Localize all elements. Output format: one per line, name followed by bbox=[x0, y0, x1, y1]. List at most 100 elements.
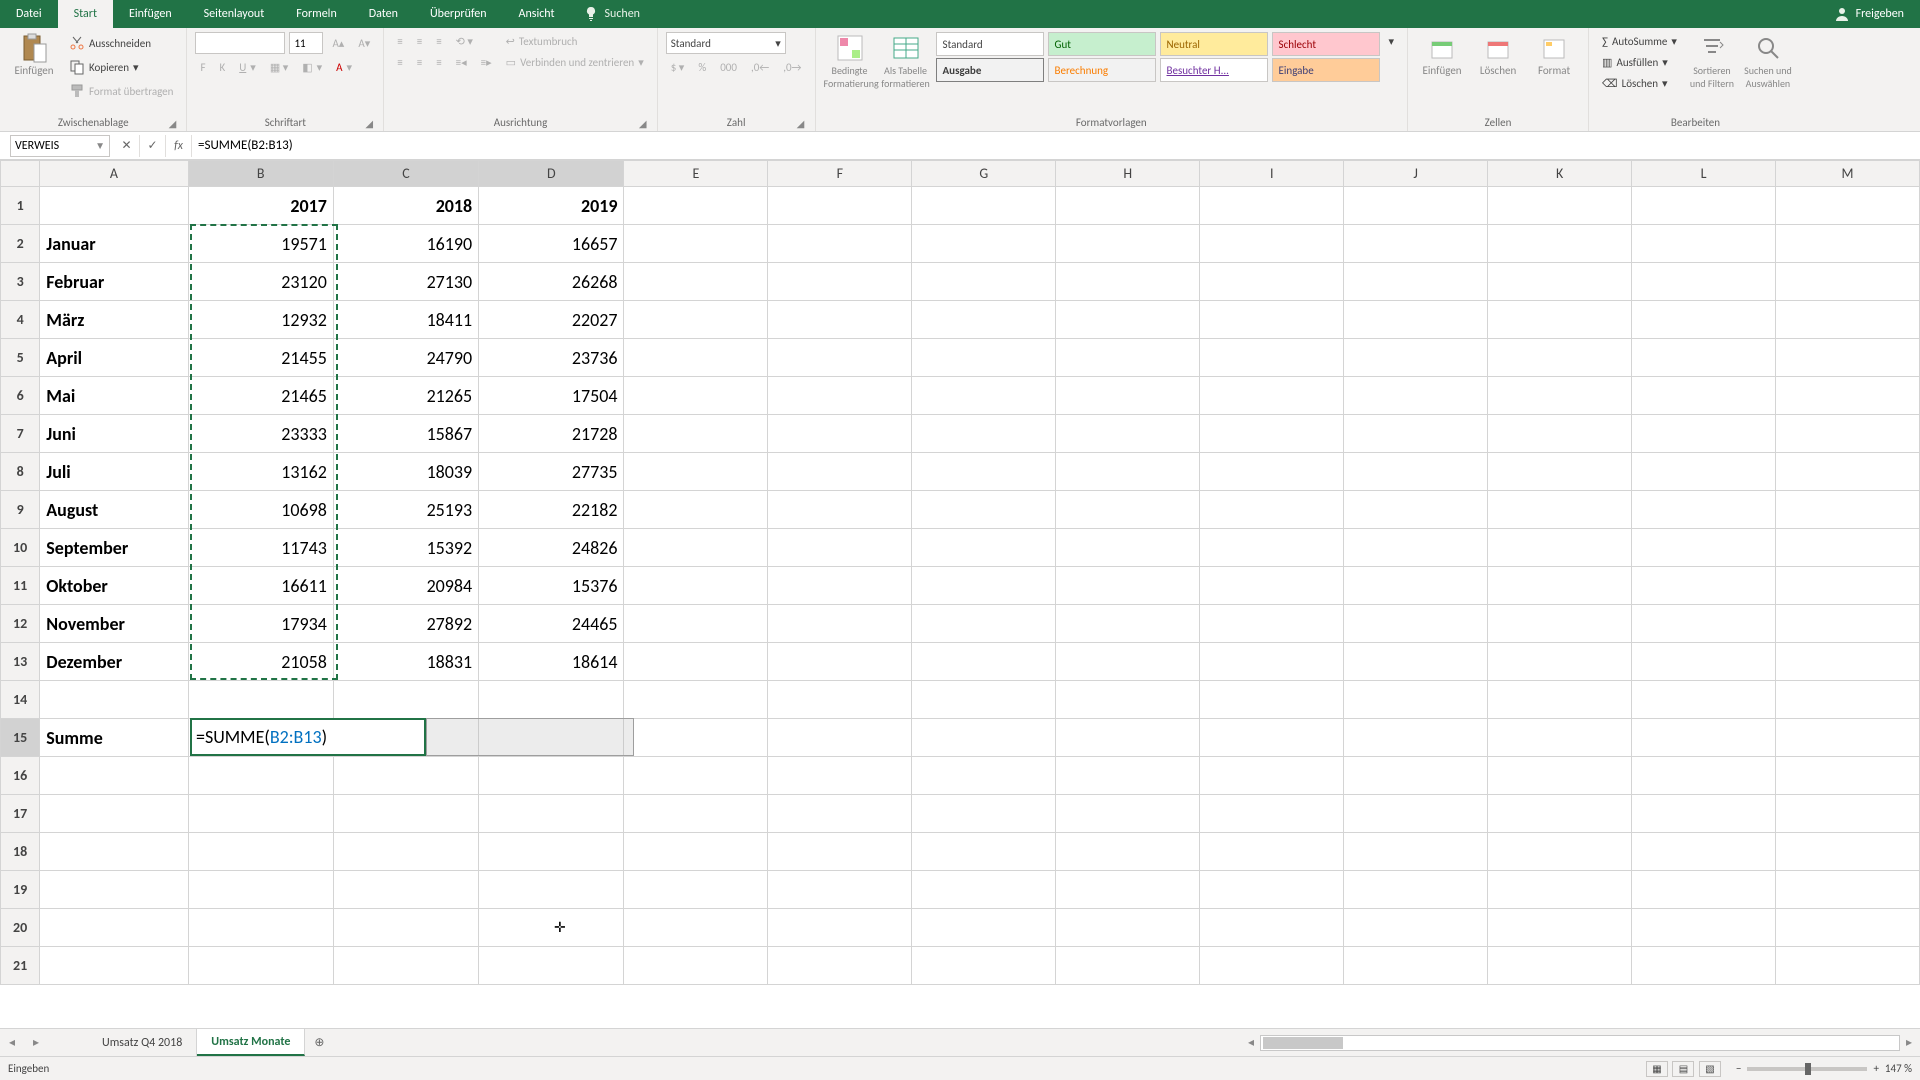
cell-C16[interactable] bbox=[333, 757, 478, 795]
cell-A19[interactable] bbox=[40, 871, 188, 909]
cell-L20[interactable] bbox=[1632, 909, 1776, 947]
cell-F11[interactable] bbox=[768, 567, 912, 605]
cell-H6[interactable] bbox=[1056, 377, 1200, 415]
cell-K13[interactable] bbox=[1488, 643, 1632, 681]
cell-F2[interactable] bbox=[768, 225, 912, 263]
cell-M21[interactable] bbox=[1775, 947, 1919, 985]
cell-L10[interactable] bbox=[1632, 529, 1776, 567]
cell-I14[interactable] bbox=[1200, 681, 1344, 719]
cell-F21[interactable] bbox=[768, 947, 912, 985]
cell-A10[interactable]: September bbox=[40, 529, 188, 567]
cell-D17[interactable] bbox=[479, 795, 624, 833]
cell-C11[interactable]: 20984 bbox=[333, 567, 478, 605]
insert-cells-button[interactable]: Einfügen bbox=[1416, 32, 1468, 77]
cell-G13[interactable] bbox=[912, 643, 1056, 681]
cell-E16[interactable] bbox=[624, 757, 768, 795]
cell-D1[interactable]: 2019 bbox=[479, 187, 624, 225]
sort-filter-button[interactable]: Sortieren und Filtern bbox=[1686, 32, 1738, 90]
cell-H7[interactable] bbox=[1056, 415, 1200, 453]
align-middle-button[interactable]: ≡ bbox=[412, 32, 427, 51]
row-header-4[interactable]: 4 bbox=[1, 301, 40, 339]
cell-D5[interactable]: 23736 bbox=[479, 339, 624, 377]
cell-D13[interactable]: 18614 bbox=[479, 643, 624, 681]
cell-J21[interactable] bbox=[1344, 947, 1488, 985]
cell-G20[interactable] bbox=[912, 909, 1056, 947]
cell-E19[interactable] bbox=[624, 871, 768, 909]
cell-M10[interactable] bbox=[1775, 529, 1919, 567]
cell-M4[interactable] bbox=[1775, 301, 1919, 339]
cell-J6[interactable] bbox=[1344, 377, 1488, 415]
cell-K14[interactable] bbox=[1488, 681, 1632, 719]
cell-L4[interactable] bbox=[1632, 301, 1776, 339]
cell-G2[interactable] bbox=[912, 225, 1056, 263]
cancel-formula-button[interactable]: ✕ bbox=[114, 135, 140, 157]
cell-L19[interactable] bbox=[1632, 871, 1776, 909]
cell-G11[interactable] bbox=[912, 567, 1056, 605]
clear-button[interactable]: ⌫Löschen ▾ bbox=[1597, 74, 1682, 93]
row-header-21[interactable]: 21 bbox=[1, 947, 40, 985]
share-button[interactable]: Freigeben bbox=[1818, 6, 1920, 22]
cell-I2[interactable] bbox=[1200, 225, 1344, 263]
cell-H15[interactable] bbox=[1056, 719, 1200, 757]
cell-M14[interactable] bbox=[1775, 681, 1919, 719]
hscroll-left-icon[interactable]: ◂ bbox=[1248, 1035, 1254, 1050]
cell-C5[interactable]: 24790 bbox=[333, 339, 478, 377]
cell-K1[interactable] bbox=[1488, 187, 1632, 225]
cell-I7[interactable] bbox=[1200, 415, 1344, 453]
tab-ansicht[interactable]: Ansicht bbox=[503, 0, 571, 28]
cell-M20[interactable] bbox=[1775, 909, 1919, 947]
cell-J19[interactable] bbox=[1344, 871, 1488, 909]
cell-B6[interactable]: 21465 bbox=[188, 377, 333, 415]
cell-H8[interactable] bbox=[1056, 453, 1200, 491]
percent-button[interactable]: % bbox=[693, 58, 711, 77]
cell-H1[interactable] bbox=[1056, 187, 1200, 225]
cell-H21[interactable] bbox=[1056, 947, 1200, 985]
row-header-7[interactable]: 7 bbox=[1, 415, 40, 453]
cell-B17[interactable] bbox=[188, 795, 333, 833]
cell-D11[interactable]: 15376 bbox=[479, 567, 624, 605]
cell-L14[interactable] bbox=[1632, 681, 1776, 719]
cell-H18[interactable] bbox=[1056, 833, 1200, 871]
cell-E6[interactable] bbox=[624, 377, 768, 415]
cell-M8[interactable] bbox=[1775, 453, 1919, 491]
cell-H11[interactable] bbox=[1056, 567, 1200, 605]
row-header-17[interactable]: 17 bbox=[1, 795, 40, 833]
col-header-L[interactable]: L bbox=[1632, 161, 1776, 187]
tab-einfuegen[interactable]: Einfügen bbox=[113, 0, 188, 28]
cell-L11[interactable] bbox=[1632, 567, 1776, 605]
increase-font-button[interactable]: A▴ bbox=[327, 34, 349, 53]
col-header-G[interactable]: G bbox=[912, 161, 1056, 187]
cell-B11[interactable]: 16611 bbox=[188, 567, 333, 605]
cell-M5[interactable] bbox=[1775, 339, 1919, 377]
cell-B14[interactable] bbox=[188, 681, 333, 719]
cell-L21[interactable] bbox=[1632, 947, 1776, 985]
row-header-9[interactable]: 9 bbox=[1, 491, 40, 529]
border-button[interactable]: ▦ ▾ bbox=[265, 58, 293, 77]
cell-F18[interactable] bbox=[768, 833, 912, 871]
cell-J16[interactable] bbox=[1344, 757, 1488, 795]
cell-B9[interactable]: 10698 bbox=[188, 491, 333, 529]
add-sheet-button[interactable]: ⊕ bbox=[305, 1035, 333, 1050]
align-left-button[interactable]: ≡ bbox=[392, 53, 407, 72]
cell-M3[interactable] bbox=[1775, 263, 1919, 301]
cell-G17[interactable] bbox=[912, 795, 1056, 833]
cell-A9[interactable]: August bbox=[40, 491, 188, 529]
row-header-16[interactable]: 16 bbox=[1, 757, 40, 795]
cell-G5[interactable] bbox=[912, 339, 1056, 377]
row-header-6[interactable]: 6 bbox=[1, 377, 40, 415]
font-launcher-icon[interactable]: ◢ bbox=[363, 117, 375, 129]
zoom-slider[interactable] bbox=[1747, 1067, 1867, 1071]
cell-M18[interactable] bbox=[1775, 833, 1919, 871]
row-header-12[interactable]: 12 bbox=[1, 605, 40, 643]
cut-button[interactable]: Ausschneiden bbox=[64, 32, 178, 54]
row-header-19[interactable]: 19 bbox=[1, 871, 40, 909]
cell-A6[interactable]: Mai bbox=[40, 377, 188, 415]
cell-G10[interactable] bbox=[912, 529, 1056, 567]
cell-C1[interactable]: 2018 bbox=[333, 187, 478, 225]
cell-B2[interactable]: 19571 bbox=[188, 225, 333, 263]
cell-F19[interactable] bbox=[768, 871, 912, 909]
font-size-input[interactable] bbox=[289, 32, 323, 54]
cell-B3[interactable]: 23120 bbox=[188, 263, 333, 301]
spreadsheet-grid[interactable]: ABCDEFGHIJKLM12017201820192Januar1957116… bbox=[0, 160, 1920, 1028]
cell-B5[interactable]: 21455 bbox=[188, 339, 333, 377]
